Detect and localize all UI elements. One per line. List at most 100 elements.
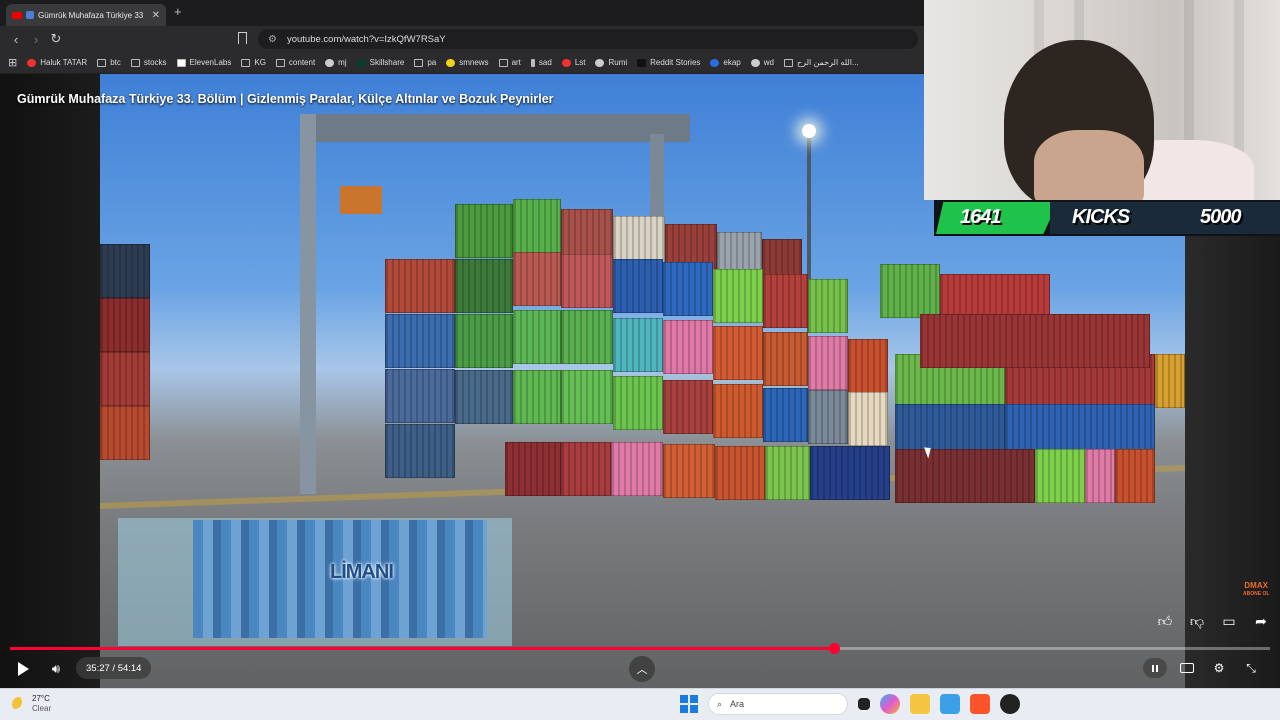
shipping-container [505, 442, 561, 496]
chevron-up-icon[interactable]: ︿ [629, 656, 655, 682]
close-tab-icon[interactable]: ✕ [152, 10, 160, 21]
crane-beam [300, 114, 690, 142]
skillshare-icon [356, 58, 366, 67]
autoplay-toggle[interactable] [1143, 657, 1167, 679]
bookmark-label: ElevenLabs [189, 58, 232, 67]
bookmark-item[interactable]: art [498, 58, 521, 67]
bookmark-item[interactable]: sad [530, 58, 552, 67]
tab-group-icon [26, 11, 34, 19]
share-icon[interactable]: ➦ [1248, 608, 1274, 634]
bookmark-item[interactable]: btc [97, 58, 121, 67]
bookmark-label: Lst [574, 58, 586, 67]
shipping-container [663, 320, 713, 374]
reload-icon[interactable]: ↻ [46, 31, 66, 47]
goal-current: 1641 [960, 206, 1001, 228]
shipping-container [513, 370, 561, 424]
shipping-container [561, 254, 613, 308]
bookmark-item[interactable]: Rumi [595, 58, 627, 67]
bookmark-page-icon[interactable] [238, 32, 247, 44]
shipping-container [1115, 449, 1155, 503]
shipping-container [455, 204, 513, 258]
brave-browser-icon[interactable] [970, 694, 990, 714]
exit-fullscreen-button[interactable]: ⤡ [1239, 657, 1263, 679]
file-explorer-icon[interactable] [910, 694, 930, 714]
shipping-container [385, 424, 455, 478]
shipping-container [848, 392, 888, 446]
bookmark-item[interactable]: stocks [130, 58, 167, 67]
windows-start-icon[interactable] [680, 695, 698, 713]
shipping-container [763, 388, 808, 442]
shipping-container [848, 339, 888, 393]
video-title: Gümrük Muhafaza Türkiye 33. Bölüm | Gizl… [17, 92, 554, 106]
shipping-container [100, 298, 150, 352]
snipping-tool-icon[interactable] [940, 694, 960, 714]
bookmark-item[interactable]: KG [241, 58, 266, 67]
globe-icon [750, 58, 760, 67]
crane-spreader [340, 186, 382, 214]
address-bar[interactable]: ⚙ youtube.com/watch?v=IzkQfW7RSaY [258, 29, 918, 49]
captions-button[interactable] [1175, 657, 1199, 679]
bookmark-item[interactable]: Lst [561, 58, 586, 67]
settings-button[interactable]: ⚙ [1207, 657, 1231, 679]
folder-icon [97, 58, 107, 67]
shipping-container [663, 444, 715, 498]
bookmark-item[interactable]: ElevenLabs [176, 58, 232, 67]
weather-widget[interactable]: 27°C Clear [12, 694, 51, 714]
forward-icon[interactable]: › [26, 32, 46, 47]
site-info-icon[interactable]: ⚙ [268, 34, 277, 45]
bookmark-item[interactable]: Haluk TATAR [27, 58, 87, 67]
apps-grid-icon[interactable]: ⊞ [8, 56, 17, 69]
back-icon[interactable]: ‹ [6, 32, 26, 47]
weather-condition: Clear [32, 704, 52, 713]
bookmark-item[interactable]: الله الرحمن الرح... [784, 58, 859, 67]
shipping-container [713, 384, 763, 438]
time-display: 35:27 / 54:14 [76, 657, 152, 679]
red-dot-icon [27, 58, 37, 67]
bookmark-label: pa [427, 58, 437, 67]
taskbar-search[interactable]: ⌕ Ara [708, 693, 848, 715]
bookmark-item[interactable]: mj [325, 58, 347, 67]
bookmark-label: الله الرحمن الرح... [797, 58, 859, 67]
bookmark-item[interactable]: wd [750, 58, 774, 67]
folder-icon [275, 58, 285, 67]
new-tab-button[interactable]: + [174, 4, 182, 19]
obs-icon[interactable] [1000, 694, 1020, 714]
browser-tab[interactable]: Gümrük Muhafaza Türkiye 33 ✕ [6, 4, 166, 26]
shipping-container [455, 370, 513, 424]
bookmark-label: smnews [459, 58, 489, 67]
dislike-icon[interactable]: 👎︎ [1184, 608, 1210, 634]
bookmark-item[interactable]: content [275, 58, 315, 67]
bookmarks-bar: ⊞ Haluk TATAR btc stocks ElevenLabs KG c… [0, 52, 924, 74]
moon-icon [12, 697, 26, 711]
play-button[interactable] [12, 658, 34, 680]
bookmark-label: Rumi [608, 58, 628, 67]
shipping-container [810, 446, 890, 500]
shipping-container [765, 446, 810, 500]
captions-icon [1180, 663, 1194, 673]
video-letterbox-left [0, 74, 100, 688]
progress-played [10, 647, 834, 650]
volume-button[interactable]: 🔊︎ [44, 658, 68, 680]
shipping-container [455, 314, 513, 368]
bookmark-label: ekap [723, 58, 741, 67]
copilot-icon[interactable] [880, 694, 900, 714]
bookmark-label: mj [338, 58, 347, 67]
like-icon[interactable]: 👍︎ [1152, 608, 1178, 634]
bookmark-item[interactable]: Reddit Stories [637, 58, 700, 67]
shipping-container [663, 380, 713, 434]
bookmark-item[interactable]: ekap [710, 58, 741, 67]
shipping-container [715, 446, 765, 500]
bookmark-item[interactable]: Skillshare [356, 58, 404, 67]
screen: Gümrük Muhafaza Türkiye 33 ✕ + ‹ › ↻ ⚙ y… [0, 0, 1280, 720]
search-icon: ⌕ [717, 698, 723, 709]
bookmark-item[interactable]: smnews [446, 58, 489, 67]
player-right-controls: ⚙ ⤡ [1143, 657, 1263, 679]
windows-taskbar: 27°C Clear ⌕ Ara [0, 688, 1280, 720]
goal-label: KICKS [1072, 206, 1130, 228]
bookmark-item[interactable]: pa [414, 58, 436, 67]
shipping-container [663, 262, 713, 316]
channel-bug[interactable]: DMAX ABONE OL [1243, 582, 1269, 598]
task-view-icon[interactable] [858, 698, 870, 710]
progress-scrubber[interactable] [829, 643, 840, 654]
comments-icon[interactable]: ▭ [1216, 608, 1242, 634]
